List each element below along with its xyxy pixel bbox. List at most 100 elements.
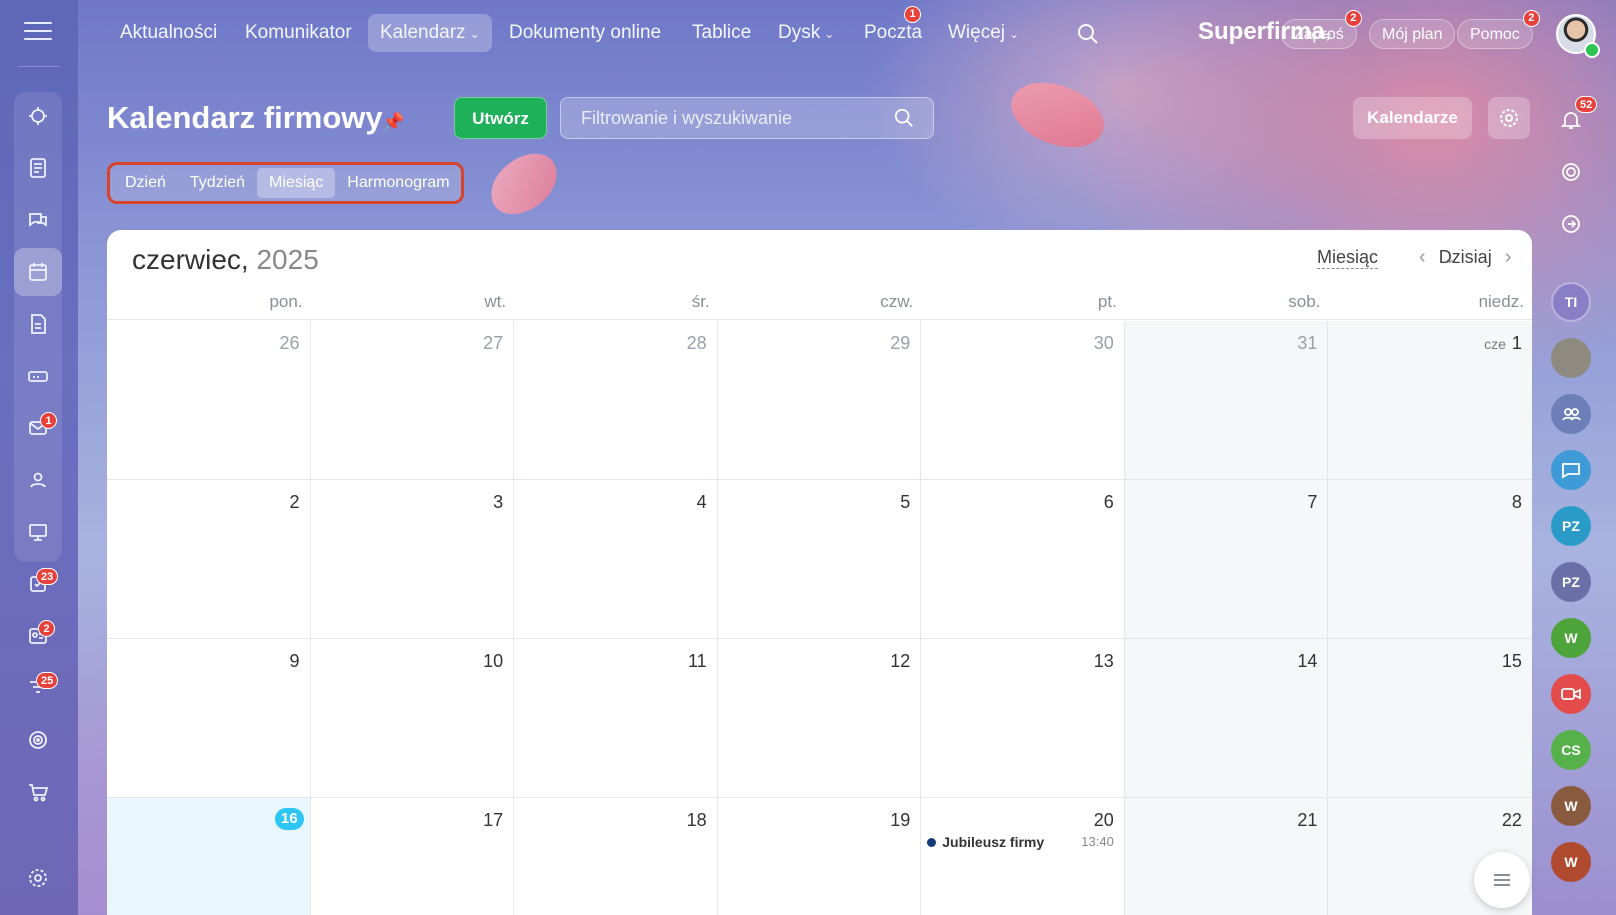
rail-item-settings[interactable] <box>14 854 62 902</box>
day-cell[interactable]: 28 <box>514 321 718 479</box>
day-cell-today[interactable]: 16 <box>107 798 311 915</box>
day-cell[interactable]: 15 <box>1328 639 1532 797</box>
day-cell[interactable]: 14 <box>1124 639 1329 797</box>
weekday-label: pt. <box>1097 292 1117 311</box>
right-rail: 52 TI PZ PZ W CS W W <box>1535 70 1613 915</box>
video-call-avatar[interactable] <box>1551 674 1591 714</box>
rail-item-drive[interactable] <box>14 352 62 400</box>
day-cell[interactable]: 31 <box>1124 321 1329 479</box>
chevron-left-icon[interactable]: ‹ <box>1419 246 1426 268</box>
tab-month[interactable]: Miesiąc <box>257 168 336 198</box>
day-cell[interactable]: 9 <box>107 639 311 797</box>
calendar-event[interactable]: Jubileusz firmy 13:40 <box>927 834 1114 850</box>
weekday-label: niedz. <box>1478 292 1524 311</box>
day-cell[interactable]: 20 Jubileusz firmy 13:40 <box>921 798 1125 915</box>
day-cell[interactable]: 10 <box>311 639 515 797</box>
day-cell[interactable]: cze 1 <box>1328 321 1532 479</box>
rail-item-tasks[interactable]: 23 <box>14 560 62 608</box>
calendars-button[interactable]: Kalendarze <box>1353 97 1472 139</box>
day-number: 22 <box>1501 810 1522 830</box>
rail-item-chat[interactable] <box>14 196 62 244</box>
rail-item-copilot[interactable] <box>14 92 62 140</box>
contact-avatar[interactable]: W <box>1551 618 1591 658</box>
day-cell[interactable]: 7 <box>1124 480 1329 638</box>
open-list-button[interactable] <box>1474 852 1530 908</box>
day-cell[interactable]: 13 <box>921 639 1125 797</box>
invite-button[interactable]: Zaproś 2 <box>1281 10 1362 49</box>
rail-item-employees[interactable] <box>14 456 62 504</box>
search-box[interactable] <box>560 97 934 139</box>
day-cell[interactable]: 21 <box>1124 798 1329 915</box>
nav-item-mail[interactable]: Poczta 1 <box>852 6 934 52</box>
menu-icon[interactable] <box>24 22 52 44</box>
day-cell[interactable]: 12 <box>718 639 922 797</box>
contact-avatar[interactable]: TI <box>1551 282 1591 322</box>
rail-item-boards[interactable] <box>14 508 62 556</box>
week-row: 26 27 28 29 30 31 cze 1 <box>107 321 1532 480</box>
day-cell[interactable]: 8 <box>1328 480 1532 638</box>
notifications-badge: 52 <box>1575 96 1598 113</box>
nav-item-boards[interactable]: Tablice <box>680 14 763 52</box>
rail-item-feed[interactable] <box>14 144 62 192</box>
search-input[interactable] <box>561 98 861 138</box>
day-cell[interactable]: 5 <box>718 480 922 638</box>
settings-button[interactable] <box>1488 97 1530 139</box>
nav-item-messenger[interactable]: Komunikator <box>233 14 364 52</box>
rail-item-mail[interactable]: 1 <box>14 404 62 452</box>
rail-item-shop[interactable] <box>14 768 62 816</box>
sales-badge: 25 <box>36 672 59 689</box>
day-cell[interactable]: 26 <box>107 321 311 479</box>
rail-item-goals[interactable] <box>14 716 62 764</box>
day-number: 8 <box>1511 492 1522 512</box>
month-name: czerwiec, <box>132 244 249 275</box>
search-icon[interactable] <box>893 107 915 129</box>
chat-avatar[interactable] <box>1551 450 1591 490</box>
search-icon[interactable] <box>1076 22 1100 51</box>
contact-avatar[interactable]: CS <box>1551 730 1591 770</box>
contact-avatar-photo[interactable] <box>1551 338 1591 378</box>
day-cell[interactable]: 6 <box>921 480 1125 638</box>
day-cell[interactable]: 27 <box>311 321 515 479</box>
group-avatar[interactable] <box>1551 394 1591 434</box>
contact-avatar[interactable]: PZ <box>1551 562 1591 602</box>
day-cell[interactable]: 29 <box>718 321 922 479</box>
copilot-button[interactable] <box>1551 152 1591 192</box>
chevron-down-icon: ⌄ <box>469 27 480 41</box>
day-cell[interactable]: 3 <box>311 480 515 638</box>
my-plan-button[interactable]: Mój plan <box>1369 19 1456 49</box>
nav-item-drive[interactable]: Dysk ⌄ <box>766 14 846 52</box>
chevron-right-icon[interactable]: › <box>1505 246 1512 268</box>
help-button[interactable]: Pomoc 2 <box>1457 10 1540 49</box>
nav-item-news[interactable]: Aktualności <box>108 14 229 52</box>
day-cell[interactable]: 19 <box>718 798 922 915</box>
day-cell[interactable]: 18 <box>514 798 718 915</box>
view-select[interactable]: Miesiąc <box>1317 247 1379 269</box>
notifications-button[interactable]: 52 <box>1551 96 1598 140</box>
contact-avatar[interactable]: W <box>1551 786 1591 826</box>
mail-badge: 1 <box>40 412 57 429</box>
rail-item-sales[interactable]: 25 <box>14 664 62 712</box>
rail-item-docs[interactable] <box>14 300 62 348</box>
tab-day[interactable]: Dzień <box>113 168 178 198</box>
day-cell[interactable]: 11 <box>514 639 718 797</box>
week-row: 16 17 18 19 20 Jubileusz firmy 13:40 21 … <box>107 798 1532 915</box>
sync-button[interactable] <box>1551 204 1591 244</box>
day-cell[interactable]: 30 <box>921 321 1125 479</box>
tab-schedule[interactable]: Harmonogram <box>335 168 461 198</box>
day-cell[interactable]: 17 <box>311 798 515 915</box>
nav-item-calendar[interactable]: Kalendarz ⌄ <box>368 14 492 52</box>
day-cell[interactable]: 4 <box>514 480 718 638</box>
nav-item-more[interactable]: Więcej ⌄ <box>936 14 1031 52</box>
pin-icon[interactable]: 📌 <box>382 112 404 133</box>
contact-avatar[interactable]: PZ <box>1551 506 1591 546</box>
rail-item-calendar[interactable] <box>14 248 62 296</box>
day-cell[interactable]: 2 <box>107 480 311 638</box>
nav-item-documents[interactable]: Dokumenty online <box>497 14 673 52</box>
day-number: 13 <box>1093 651 1114 671</box>
contact-avatar[interactable]: W <box>1551 842 1591 882</box>
rail-item-crm[interactable]: 2 <box>14 612 62 660</box>
create-button[interactable]: Utwórz <box>454 97 547 139</box>
tasks-badge: 23 <box>36 568 59 585</box>
today-button[interactable]: Dzisiaj <box>1439 247 1492 267</box>
tab-week[interactable]: Tydzień <box>178 168 257 198</box>
